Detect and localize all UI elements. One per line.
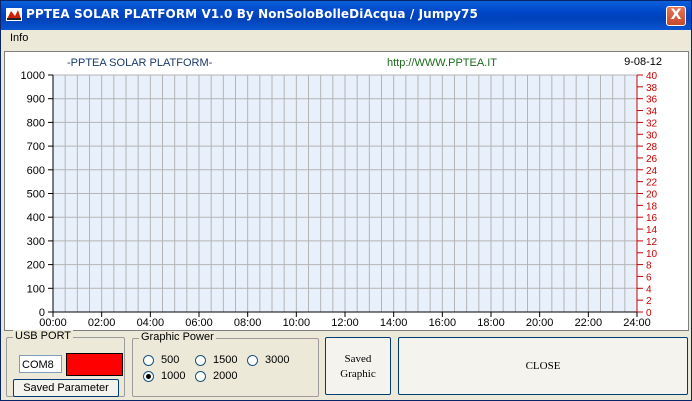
right-tick-label: 38	[646, 83, 658, 94]
left-tick-label: 600	[27, 165, 45, 177]
right-tick-label: 18	[646, 201, 658, 212]
radio-1500-icon	[195, 354, 206, 366]
right-tick-label: 22	[646, 178, 658, 189]
x-tick-label: 14:00	[380, 317, 408, 329]
right-tick-label: 24	[646, 166, 658, 177]
close-button[interactable]: CLOSE	[398, 337, 688, 395]
x-tick-label: 04:00	[137, 317, 165, 329]
x-tick-label: 10:00	[283, 317, 311, 329]
saved-graphic-button[interactable]: Saved Graphic	[325, 337, 391, 395]
window-title: PPTEA SOLAR PLATFORM V1.0 By NonSoloBoll…	[26, 7, 478, 21]
left-tick-label: 300	[27, 236, 45, 248]
usb-port-label: USB PORT	[13, 330, 74, 342]
left-tick-label: 0	[39, 307, 45, 319]
left-tick-label: 200	[27, 260, 45, 272]
right-tick-label: 34	[646, 107, 658, 118]
control-panel: USB PORT COM8 Saved Parameter Graphic Po…	[1, 330, 691, 400]
x-tick-label: 22:00	[575, 317, 603, 329]
chart-title: -PPTEA SOLAR PLATFORM-	[67, 57, 213, 69]
radio-power-2000[interactable]: 2000	[195, 370, 237, 382]
right-tick-label: 16	[646, 213, 658, 224]
right-tick-label: 10	[646, 249, 658, 260]
chart-panel: -PPTEA SOLAR PLATFORM-http://WWW.PPTEA.I…	[4, 51, 689, 331]
right-tick-label: 40	[646, 71, 658, 82]
chart-date: 9-08-12	[624, 56, 662, 68]
right-tick-label: 12	[646, 237, 658, 248]
left-tick-label: 500	[27, 189, 45, 201]
app-logo-icon	[6, 8, 22, 21]
x-tick-label: 16:00	[429, 317, 457, 329]
power-chart: -PPTEA SOLAR PLATFORM-http://WWW.PPTEA.I…	[21, 56, 662, 329]
left-tick-label: 1000	[21, 70, 45, 82]
right-tick-label: 2	[646, 296, 652, 307]
left-tick-label: 400	[27, 212, 45, 224]
right-tick-label: 8	[646, 261, 652, 272]
radio-2000-icon	[195, 370, 206, 382]
right-tick-label: 4	[646, 284, 652, 295]
left-tick-label: 100	[27, 283, 45, 295]
right-tick-label: 0	[646, 308, 652, 319]
right-tick-label: 36	[646, 95, 658, 106]
usb-port-group: USB PORT COM8 Saved Parameter	[6, 330, 125, 397]
x-tick-label: 06:00	[185, 317, 213, 329]
radio-1000-icon	[143, 370, 154, 382]
x-tick-label: 20:00	[526, 317, 554, 329]
left-tick-label: 900	[27, 94, 45, 106]
title-bar[interactable]: PPTEA SOLAR PLATFORM V1.0 By NonSoloBoll…	[1, 1, 691, 30]
close-icon: X	[670, 7, 682, 23]
right-tick-label: 28	[646, 142, 658, 153]
right-tick-label: 30	[646, 130, 658, 141]
window-close-button[interactable]: X	[666, 6, 686, 26]
saved-parameter-button[interactable]: Saved Parameter	[13, 379, 119, 397]
x-tick-label: 08:00	[234, 317, 262, 329]
radio-power-500[interactable]: 500	[143, 354, 179, 366]
app-window: PPTEA SOLAR PLATFORM V1.0 By NonSoloBoll…	[0, 0, 692, 401]
right-tick-label: 20	[646, 190, 658, 201]
left-tick-label: 700	[27, 141, 45, 153]
graphic-power-label: Graphic Power	[139, 331, 216, 343]
x-tick-label: 12:00	[331, 317, 359, 329]
radio-500-icon	[143, 354, 154, 366]
right-tick-label: 6	[646, 272, 652, 283]
connection-status-indicator	[66, 353, 123, 376]
radio-power-1000[interactable]: 1000	[143, 370, 185, 382]
chart-url: http://WWW.PPTEA.IT	[387, 57, 497, 69]
com-port-field[interactable]: COM8	[19, 355, 62, 373]
radio-power-3000[interactable]: 3000	[247, 354, 289, 366]
right-tick-label: 26	[646, 154, 658, 165]
x-tick-label: 02:00	[88, 317, 116, 329]
menu-bar: Info	[1, 30, 691, 49]
radio-3000-icon	[247, 354, 258, 366]
x-tick-label: 18:00	[477, 317, 505, 329]
right-tick-label: 32	[646, 118, 658, 129]
right-tick-label: 14	[646, 225, 658, 236]
left-tick-label: 800	[27, 117, 45, 129]
menu-item-info[interactable]: Info	[10, 32, 28, 44]
radio-power-1500[interactable]: 1500	[195, 354, 237, 366]
graphic-power-group: Graphic Power 500 1500 3000 1000 2000	[132, 331, 319, 397]
